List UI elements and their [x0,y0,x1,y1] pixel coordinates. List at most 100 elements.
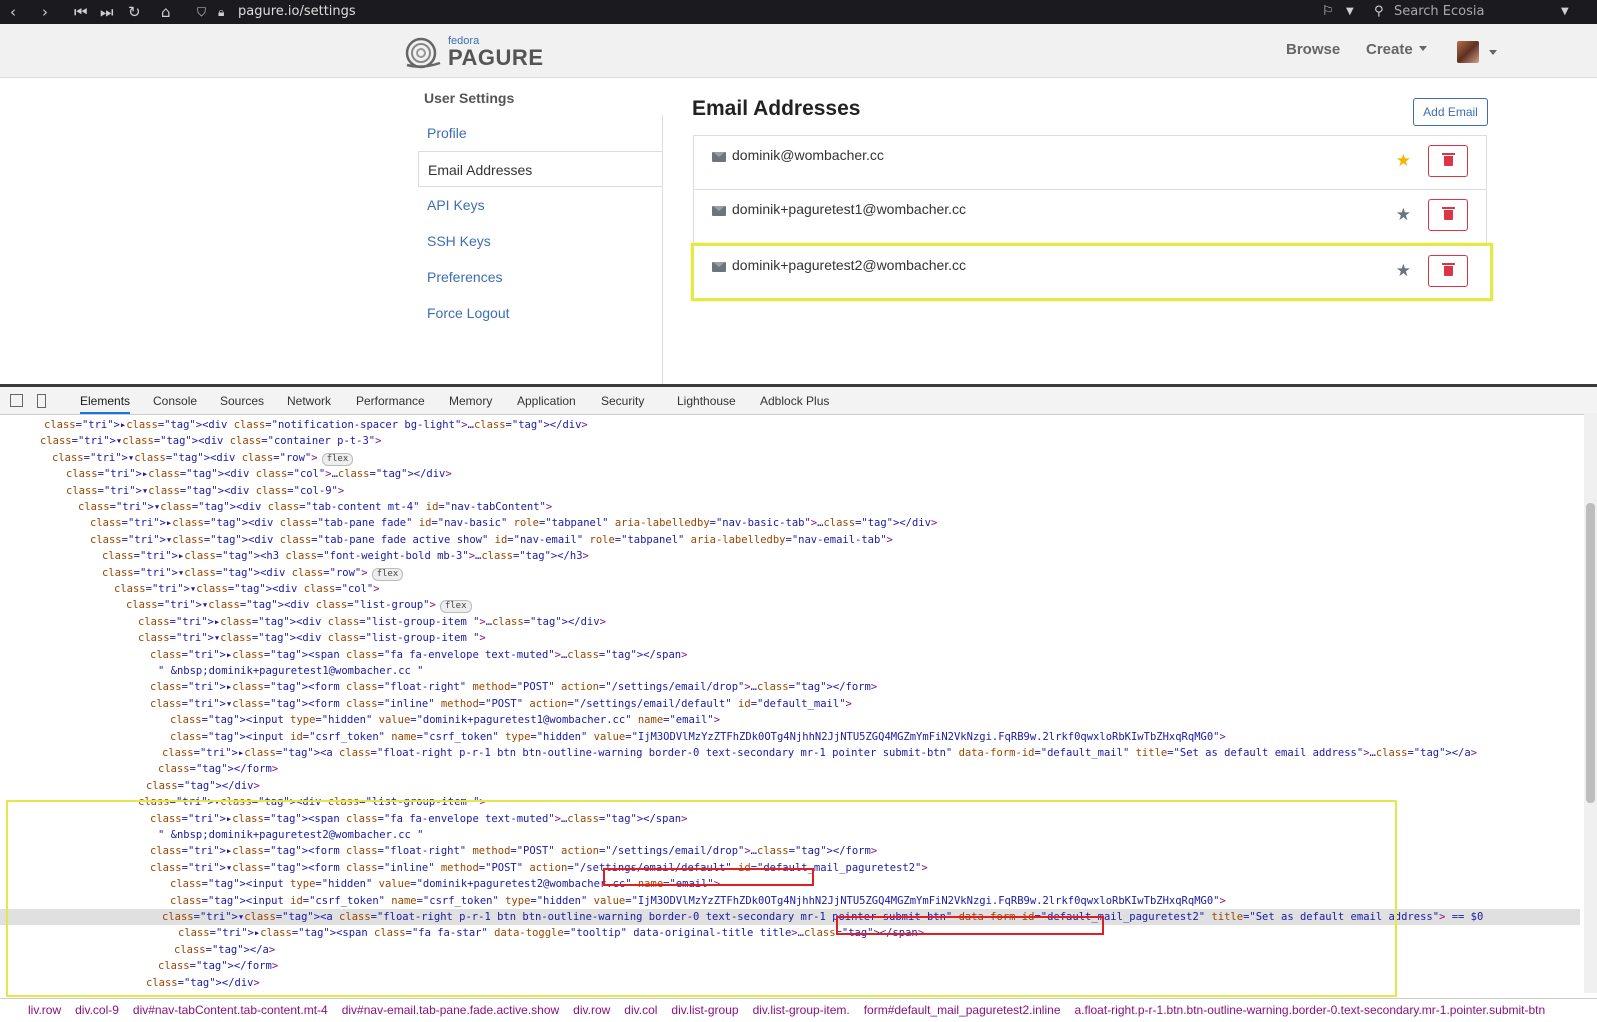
nav-create-menu[interactable]: Create [1366,41,1427,58]
dom-node-text: class="tri">▸class="tag"><div class="not… [44,419,588,431]
tab-elements[interactable]: Elements [80,394,131,414]
reload-icon[interactable]: ↻ [128,2,141,22]
tab-sources[interactable]: Sources [220,394,264,408]
tab-console[interactable]: Console [153,394,197,408]
dom-node-text: class="tri">▸class="tag"><a class="float… [162,747,1478,759]
device-toolbar-icon[interactable] [37,394,46,408]
dom-node[interactable]: class="tri">▸class="tag"><form class="fl… [150,679,877,695]
dom-node[interactable]: " &nbsp;dominik+paguretest1@wombacher.cc… [158,663,424,679]
dom-node[interactable]: class="tag"></form> [158,761,278,777]
back-icon[interactable]: ‹ [10,2,16,22]
set-default-star-icon[interactable]: ★ [1396,261,1411,281]
pagure-logo[interactable]: fedora PAGURE [404,35,543,70]
default-star-icon[interactable]: ★ [1396,151,1411,171]
data-form-id-annotation-box [836,916,1104,935]
site-header: fedora PAGURE Browse Create [0,24,1597,78]
tab-memory[interactable]: Memory [449,394,492,408]
avatar-caret-icon[interactable] [1489,50,1497,55]
dom-node[interactable]: class="tri">▸class="tag"><span class="fa… [150,647,687,663]
delete-email-button[interactable] [1428,255,1468,287]
set-default-star-icon[interactable]: ★ [1396,205,1411,225]
dom-node-text: class="tri">▾class="tag"><div class="lis… [138,632,486,645]
search-input[interactable]: Search Ecosia [1394,3,1484,21]
inspect-element-icon[interactable] [10,394,23,407]
tab-security[interactable]: Security [601,394,644,408]
dom-node[interactable]: class="tri">▾class="tag"><div class="col… [66,483,344,499]
flex-badge[interactable]: flex [321,452,354,466]
sidebar-item-profile[interactable]: Profile [418,115,662,151]
devtools-breadcrumb: liv.row div.col-9 div#nav-tabContent.tab-c… [0,998,1597,1022]
search-dropdown-icon[interactable]: ▼ [1561,2,1569,22]
tab-adblock-plus[interactable]: Adblock Plus [760,394,829,408]
sidebar-item-ssh-keys[interactable]: SSH Keys [418,223,662,259]
dom-node[interactable]: class="tri">▾class="tag"><div class="tab… [90,532,893,548]
breadcrumb-item[interactable]: a.float-right.p-r-1.btn.btn-outline-warn… [1075,1003,1546,1017]
bookmark-icon[interactable]: ⚐ [1322,2,1334,22]
dom-node-text: class="tri">▾class="tag"><div class="row… [102,566,368,579]
sidebar-item-preferences[interactable]: Preferences [418,259,662,295]
breadcrumb-item[interactable]: div.row [573,1003,610,1017]
search-icon: ⚲ [1374,4,1384,19]
dom-node-text: class="tag"><input id="csrf_token" name=… [170,730,1226,743]
shield-icon[interactable]: ⛉ [197,2,206,22]
scrollbar-thumb[interactable] [1586,503,1595,803]
dom-node[interactable]: class="tri">▸class="tag"><a class="float… [162,745,1477,761]
dom-node[interactable]: class="tri">▸class="tag"><div class="col… [66,466,452,482]
trash-icon [1442,153,1455,166]
breadcrumb-item[interactable]: form#default_mail_paguretest2.inline [864,1003,1061,1017]
dom-node-text: class="tri">▾class="tag"><div class="col… [114,583,380,595]
dom-node[interactable]: class="tri">▸class="tag"><div class="not… [44,417,588,433]
dom-node[interactable]: class="tag"><input id="csrf_token" name=… [170,729,1226,745]
tab-lighthouse[interactable]: Lighthouse [677,394,736,408]
breadcrumb-item[interactable]: div.col [624,1003,657,1017]
sidebar-item-force-logout[interactable]: Force Logout [418,295,662,331]
browser-toolbar: ‹ › ⏮ ⏭ ↻ ⌂ ⛉ 🔒︎ pagure.io/settings ⚐ ▼ … [0,0,1597,24]
dom-node[interactable]: class="tri">▾class="tag"><div class="lis… [138,630,486,646]
breadcrumb-item[interactable]: div.list-group-item. [753,1003,850,1017]
dom-node[interactable]: class="tri">▾class="tag"><div class="lis… [126,597,472,614]
dom-node[interactable]: class="tri">▸class="tag"><h3 class="font… [102,548,589,564]
breadcrumb-item[interactable]: div#nav-tabContent.tab-content.mt-4 [133,1003,328,1017]
tab-performance[interactable]: Performance [356,394,425,408]
sidebar-item-api-keys[interactable]: API Keys [418,187,662,223]
email-list: dominik@wombacher.cc ★ dominik+paguretes… [691,135,1493,301]
breadcrumb-item[interactable]: div.col-9 [75,1003,119,1017]
dom-node[interactable]: class="tri">▾class="tag"><form class="in… [150,696,852,712]
breadcrumb-item[interactable]: div#nav-email.tab-pane.fade.active.show [342,1003,559,1017]
dom-node[interactable]: class="tag"><input type="hidden" value="… [170,712,720,728]
delete-email-button[interactable] [1428,145,1468,177]
dom-node[interactable]: class="tri">▸class="tag"><div class="lis… [138,614,606,630]
dom-node-text: class="tri">▾class="tag"><div class="tab… [90,533,893,546]
dom-node[interactable]: class="tri">▾class="tag"><div class="col… [114,581,380,597]
tab-application[interactable]: Application [517,394,576,408]
chevron-down-icon[interactable]: ▼ [1346,2,1354,22]
id-annotation-box [603,868,814,886]
skip-forward-icon[interactable]: ⏭ [100,2,114,22]
lock-icon: 🔒︎ [218,5,225,19]
skip-back-icon[interactable]: ⏮ [74,2,88,22]
snail-logo-icon [405,37,441,69]
dom-node-text: class="tri">▾class="tag"><div class="row… [52,451,318,464]
url-bar[interactable]: pagure.io/settings [238,3,356,21]
page-title: Email Addresses [692,97,861,120]
add-email-button[interactable]: Add Email [1413,98,1488,126]
devtools-scrollbar[interactable] [1584,413,1597,993]
dom-node[interactable]: class="tri">▾class="tag"><div class="tab… [78,499,552,515]
dom-node[interactable]: class="tri">▾class="tag"><div class="row… [52,450,354,466]
home-icon[interactable]: ⌂ [161,2,171,22]
forward-icon[interactable]: › [42,2,48,22]
breadcrumb-item[interactable]: div.list-group [671,1003,738,1017]
delete-email-button[interactable] [1428,199,1468,231]
dom-node[interactable]: class="tag"></div> [146,778,260,794]
flex-badge[interactable]: flex [371,567,404,581]
dom-node[interactable]: class="tri">▸class="tag"><div class="tab… [90,515,937,531]
flex-badge[interactable]: flex [439,600,472,614]
tab-network[interactable]: Network [287,394,331,408]
nav-browse-link[interactable]: Browse [1286,41,1340,58]
breadcrumb-item[interactable]: liv.row [28,1003,61,1017]
dom-node[interactable]: class="tri">▾class="tag"><div class="con… [40,433,381,449]
email-list-item: dominik@wombacher.cc ★ [693,135,1487,190]
dom-node[interactable]: class="tri">▾class="tag"><div class="row… [102,565,404,581]
sidebar-item-email-addresses[interactable]: Email Addresses [418,151,662,187]
avatar[interactable] [1457,41,1479,63]
